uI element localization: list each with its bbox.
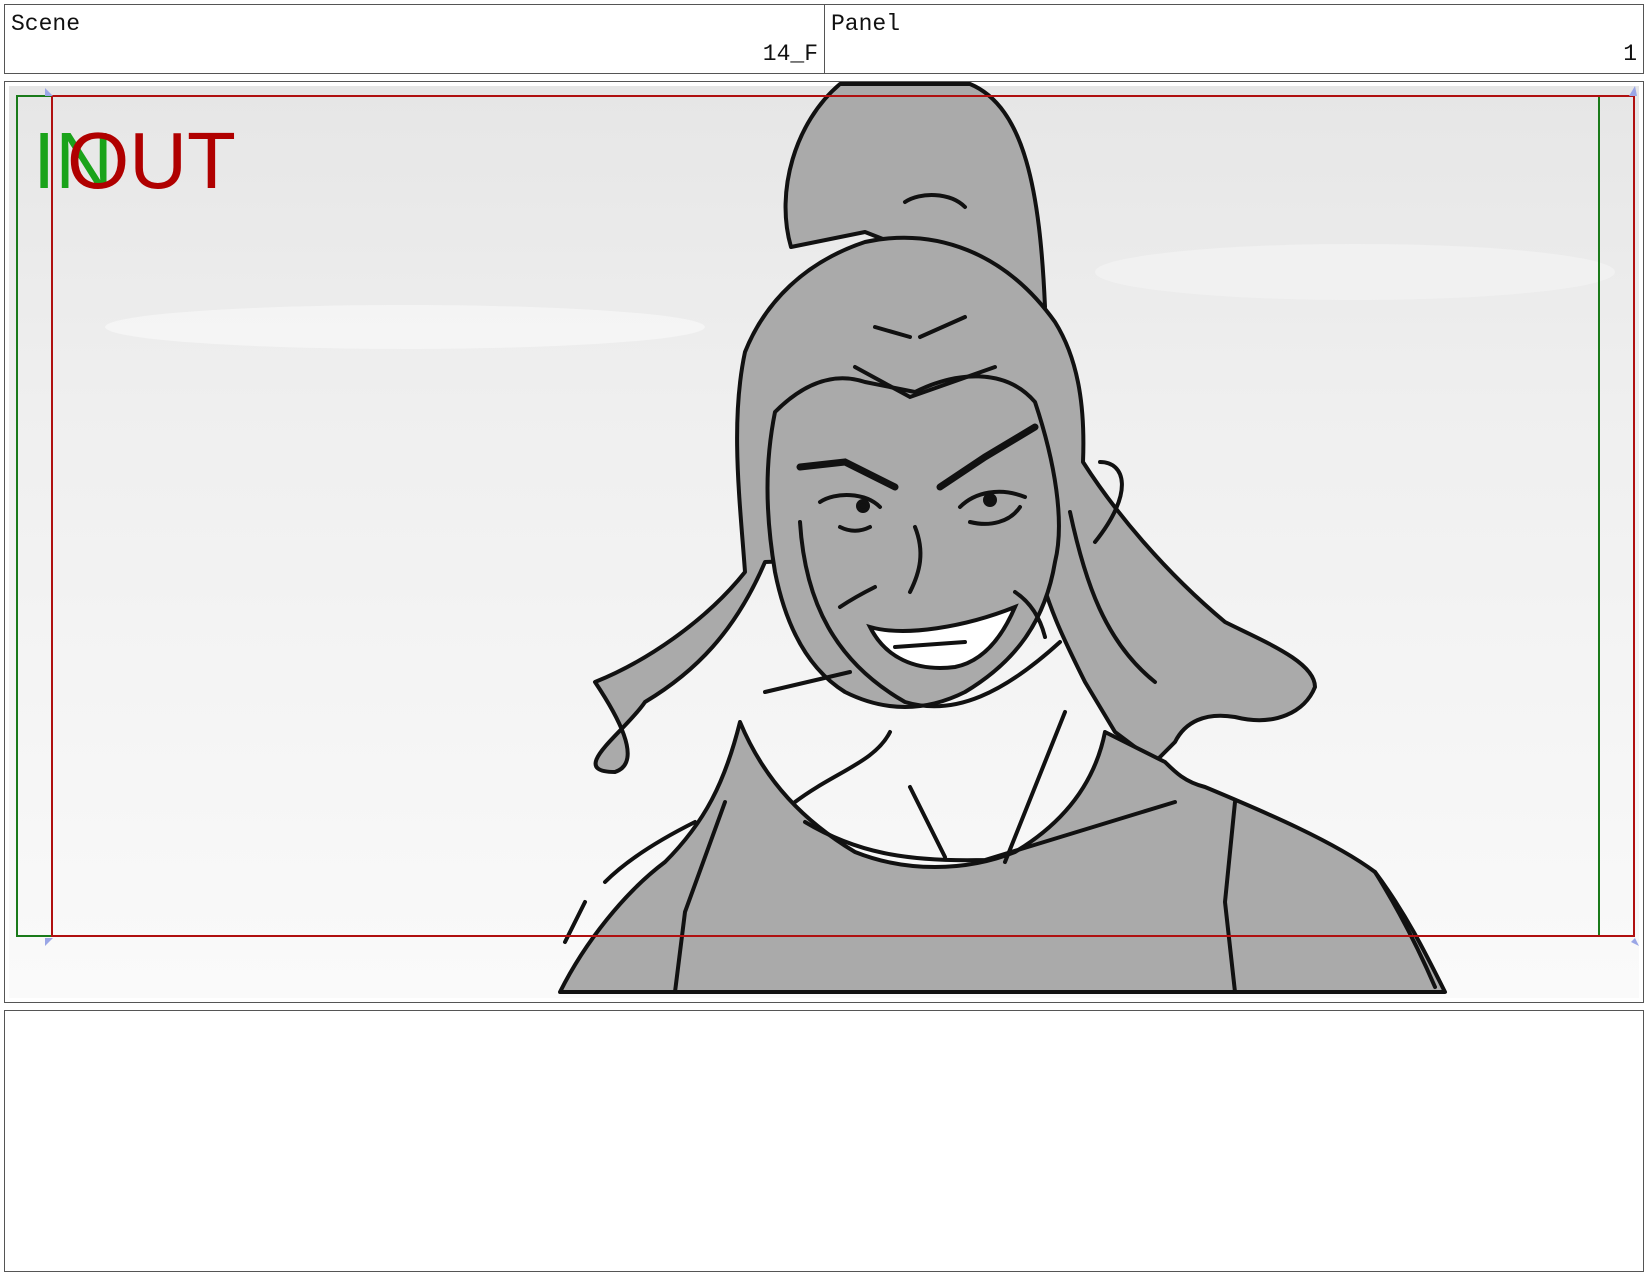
- cloud-streak: [105, 305, 705, 349]
- panel-label: Panel: [831, 11, 901, 37]
- notes-area[interactable]: [4, 1010, 1644, 1272]
- panel-cell: Panel 1: [825, 5, 1643, 73]
- right-pupil: [983, 493, 997, 507]
- storyboard-frame[interactable]: IN OUT: [4, 81, 1644, 1003]
- panel-artwork: IN OUT: [9, 82, 1639, 998]
- scene-value[interactable]: 14_F: [763, 41, 818, 67]
- scene-label: Scene: [11, 11, 81, 37]
- scene-cell: Scene 14_F: [5, 5, 825, 73]
- out-marker: OUT: [67, 116, 236, 205]
- cloud-streak-right: [1095, 244, 1615, 300]
- panel-value[interactable]: 1: [1623, 41, 1637, 67]
- panel-header: Scene 14_F Panel 1: [4, 4, 1644, 74]
- left-pupil: [856, 499, 870, 513]
